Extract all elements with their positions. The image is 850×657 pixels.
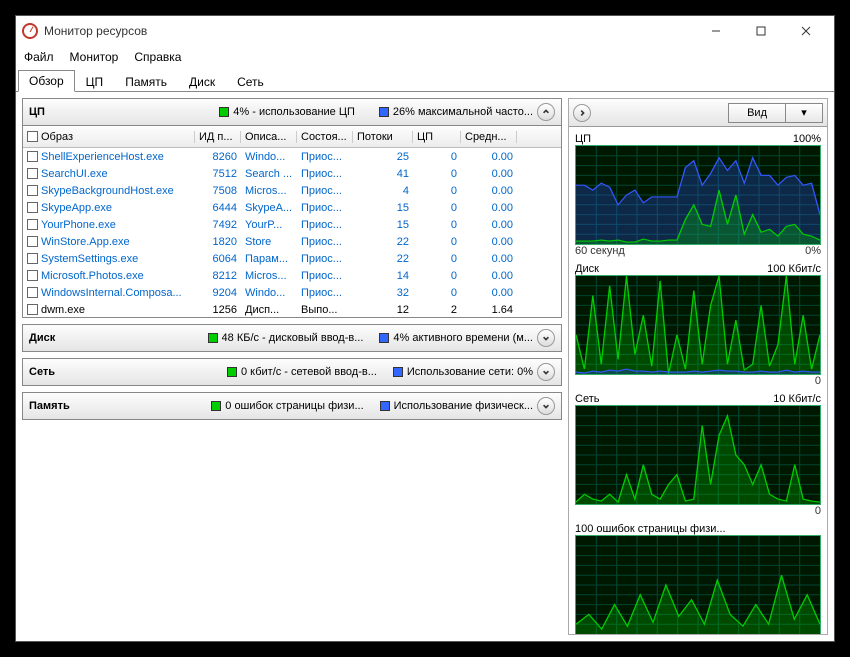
menu-help[interactable]: Справка (134, 50, 181, 64)
checkbox[interactable] (27, 219, 38, 230)
square-icon (380, 401, 390, 411)
net-chart (575, 405, 821, 505)
square-icon (208, 333, 218, 343)
menu-bar: Файл Монитор Справка (16, 46, 834, 68)
table-row[interactable]: WindowsInternal.Composa...9204Windo...Пр… (23, 284, 561, 301)
table-row[interactable]: YourPhone.exe7492YourP...Приос...1500.00 (23, 216, 561, 233)
checkbox[interactable] (27, 270, 38, 281)
col-desc[interactable]: Описа... (241, 131, 297, 143)
cpu-panel-header[interactable]: ЦП 4% - использование ЦП 26% максимально… (22, 98, 562, 126)
menu-monitor[interactable]: Монитор (70, 50, 119, 64)
square-icon (379, 333, 389, 343)
resource-monitor-window: Монитор ресурсов Файл Монитор Справка Об… (15, 15, 835, 642)
checkbox[interactable] (27, 253, 38, 264)
disk-panel-header[interactable]: Диск 48 КБ/с - дисковый ввод-в... 4% акт… (22, 324, 562, 352)
close-button[interactable] (783, 17, 828, 45)
checkbox[interactable] (27, 131, 38, 142)
cpu-section: ЦП 4% - использование ЦП 26% максимально… (22, 98, 562, 318)
tab-bar: Обзор ЦП Память Диск Сеть (16, 68, 834, 92)
square-icon (379, 107, 389, 117)
disk-chart (575, 275, 821, 375)
table-row[interactable]: ShellExperienceHost.exe8260Windo...Приос… (23, 148, 561, 165)
table-header: Образ ИД п... Описа... Состоя... Потоки … (23, 126, 561, 148)
network-panel-header[interactable]: Сеть 0 кбит/с - сетевой ввод-в... Исполь… (22, 358, 562, 386)
disk-chart-block: Диск100 Кбит/с 0 (575, 259, 821, 387)
minimize-button[interactable] (693, 17, 738, 45)
dropdown-arrow-icon: ▾ (785, 104, 822, 122)
square-icon (211, 401, 221, 411)
square-icon (393, 367, 403, 377)
tab-memory[interactable]: Память (114, 71, 178, 92)
memory-panel-header[interactable]: Память 0 ошибок страницы физи... Использ… (22, 392, 562, 420)
expand-button[interactable] (537, 397, 555, 415)
table-body[interactable]: ShellExperienceHost.exe8260Windo...Приос… (23, 148, 561, 317)
window-title: Монитор ресурсов (44, 24, 693, 38)
expand-button[interactable] (537, 329, 555, 347)
title-bar[interactable]: Монитор ресурсов (16, 16, 834, 46)
col-avg[interactable]: Средн... (461, 131, 517, 143)
cpu-chart (575, 145, 821, 245)
checkbox[interactable] (27, 168, 38, 179)
cpu-chart-block: ЦП100% 60 секунд0% (575, 129, 821, 257)
collapse-button[interactable] (537, 103, 555, 121)
col-cpu[interactable]: ЦП (413, 131, 461, 143)
mem-chart (575, 535, 821, 634)
square-icon (219, 107, 229, 117)
chart-list[interactable]: ЦП100% 60 секунд0% Диск100 Кбит/с 0 Сеть… (569, 127, 827, 634)
table-row[interactable]: Microsoft.Photos.exe8212Micros...Приос..… (23, 267, 561, 284)
col-status[interactable]: Состоя... (297, 131, 353, 143)
app-icon (22, 23, 38, 39)
menu-file[interactable]: Файл (24, 50, 54, 64)
square-icon (227, 367, 237, 377)
net-chart-block: Сеть10 Кбит/с 0 (575, 389, 821, 517)
checkbox[interactable] (27, 151, 38, 162)
cpu-label: ЦП (29, 106, 84, 118)
graphs-panel: Вид ▾ ЦП100% 60 секунд0% Диск100 Кбит/с … (568, 98, 828, 635)
tab-overview[interactable]: Обзор (18, 70, 75, 92)
collapse-graphs-button[interactable] (573, 104, 591, 122)
checkbox[interactable] (27, 287, 38, 298)
col-threads[interactable]: Потоки (353, 131, 413, 143)
process-table: Образ ИД п... Описа... Состоя... Потоки … (22, 126, 562, 318)
col-image[interactable]: Образ (23, 131, 195, 143)
mem-chart-block: 100 ошибок страницы физи... (575, 519, 821, 634)
graphs-toolbar: Вид ▾ (569, 99, 827, 127)
checkbox[interactable] (27, 236, 38, 247)
checkbox[interactable] (27, 304, 38, 315)
table-row[interactable]: WinStore.App.exe1820StoreПриос...2200.00 (23, 233, 561, 250)
col-pid[interactable]: ИД п... (195, 131, 241, 143)
tab-disk[interactable]: Диск (178, 71, 226, 92)
tab-cpu[interactable]: ЦП (75, 71, 115, 92)
maximize-button[interactable] (738, 17, 783, 45)
expand-button[interactable] (537, 363, 555, 381)
table-row[interactable]: SystemSettings.exe6064Парам...Приос...22… (23, 250, 561, 267)
tab-network[interactable]: Сеть (226, 71, 275, 92)
checkbox[interactable] (27, 202, 38, 213)
table-row[interactable]: SearchUI.exe7512Search ...Приос...4100.0… (23, 165, 561, 182)
table-row[interactable]: SkypeBackgroundHost.exe7508Micros...Прио… (23, 182, 561, 199)
table-row[interactable]: dwm.exe1256Дисп...Выпо...1221.64 (23, 301, 561, 317)
table-row[interactable]: SkypeApp.exe6444SkypeA...Приос...1500.00 (23, 199, 561, 216)
main-panel: ЦП 4% - использование ЦП 26% максимально… (22, 98, 562, 635)
view-dropdown[interactable]: Вид ▾ (728, 103, 823, 123)
checkbox[interactable] (27, 185, 38, 196)
